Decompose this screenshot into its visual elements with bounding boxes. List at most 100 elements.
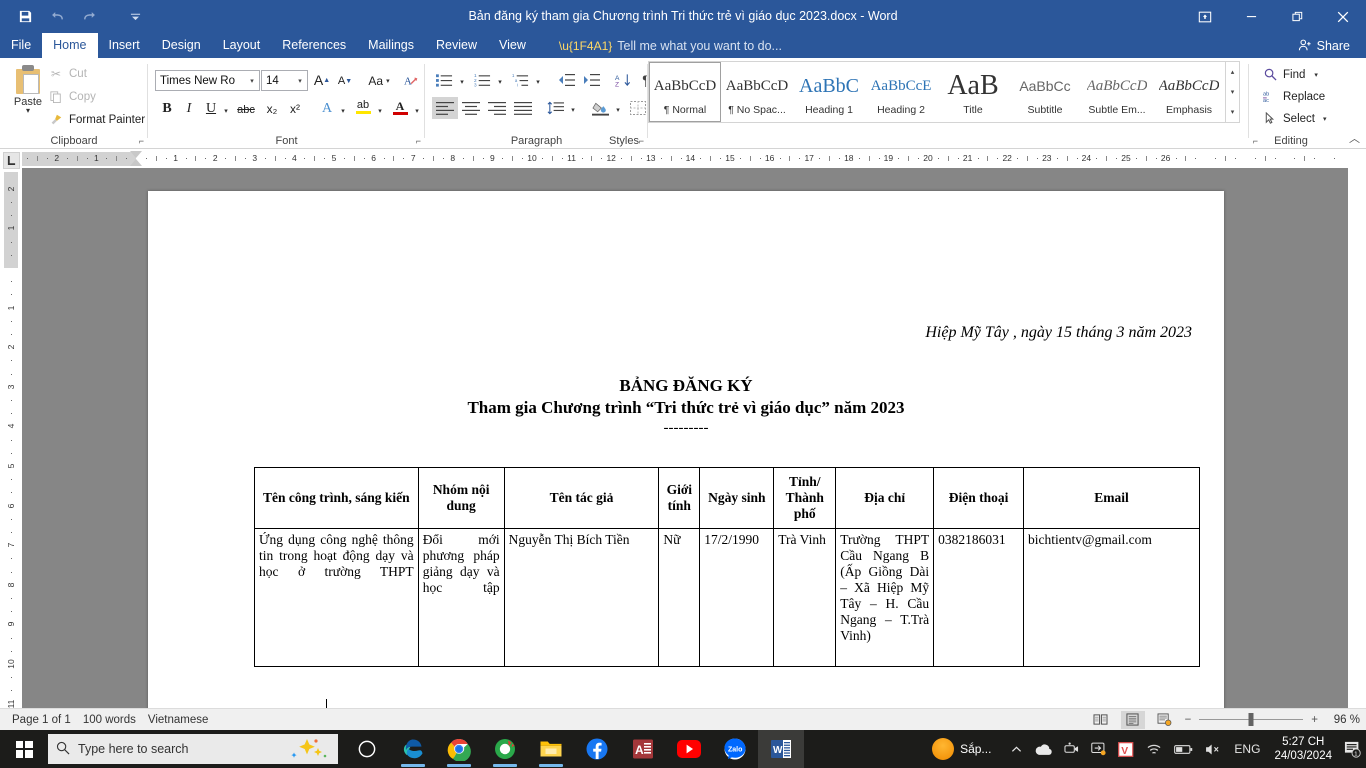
find-button[interactable]: Find ▾ [1262, 64, 1318, 85]
tab-insert[interactable]: Insert [98, 33, 151, 58]
zoom-in-button[interactable]: + [1311, 714, 1318, 726]
zoom-slider[interactable] [1199, 712, 1304, 728]
microsoft-access-icon[interactable]: A [620, 730, 666, 768]
find-caret-icon[interactable]: ▾ [1314, 71, 1318, 79]
style-heading-1[interactable]: AaBbC Heading 1 [793, 62, 865, 122]
decrease-indent-button[interactable] [553, 69, 579, 91]
italic-button[interactable]: I [178, 98, 200, 120]
redo-icon[interactable] [74, 4, 104, 30]
tab-view[interactable]: View [488, 33, 537, 58]
paste-dropdown-caret-icon[interactable]: ▾ [26, 107, 30, 115]
table-row[interactable]: Ứng dụng công nghệ thông tin trong hoạt … [254, 528, 1200, 667]
text-highlight-color-button[interactable]: ab [351, 96, 375, 118]
shading-button[interactable] [588, 97, 612, 119]
styles-scroll-down-icon[interactable]: ▾ [1226, 82, 1239, 102]
volume-muted-icon[interactable] [1199, 730, 1228, 768]
select-button[interactable]: Select ▾ [1262, 108, 1326, 129]
language-indicator[interactable]: Vietnamese [148, 714, 209, 726]
unikey-icon[interactable]: V [1112, 730, 1140, 768]
shading-caret-icon[interactable]: ▾ [612, 99, 624, 121]
cell-content-group[interactable]: Đổi mới phương pháp giảng dạy và học tập [417, 528, 505, 667]
notification-center-button[interactable]: 1 [1340, 730, 1366, 768]
align-right-button[interactable] [484, 97, 510, 119]
replace-button[interactable]: ab ac Replace [1262, 86, 1325, 107]
web-layout-button[interactable] [1153, 711, 1177, 729]
increase-indent-button[interactable] [578, 69, 604, 91]
read-mode-button[interactable] [1089, 711, 1113, 729]
wifi-icon[interactable] [1140, 730, 1168, 768]
tab-home[interactable]: Home [42, 33, 98, 58]
styles-more-icon[interactable]: ▾ [1226, 102, 1239, 122]
tab-design[interactable]: Design [151, 33, 212, 58]
restore-button[interactable] [1274, 0, 1320, 33]
microsoft-edge-icon[interactable] [390, 730, 436, 768]
zoom-slider-thumb[interactable] [1248, 713, 1254, 726]
close-button[interactable] [1320, 0, 1366, 33]
start-button[interactable] [0, 730, 48, 768]
superscript-button[interactable]: x² [284, 98, 306, 120]
styles-gallery-scroll[interactable]: ▴ ▾ ▾ [1226, 61, 1240, 123]
cell-project-name[interactable]: Ứng dụng công nghệ thông tin trong hoạt … [254, 528, 419, 667]
style-normal[interactable]: AaBbCcD ¶ Normal [649, 62, 721, 122]
change-case-button[interactable]: Aa ▾ [362, 70, 396, 92]
taskbar-search[interactable]: Type here to search [48, 734, 338, 764]
style-subtitle[interactable]: AaBbCc Subtitle [1009, 62, 1081, 122]
strikethrough-button[interactable]: abc [233, 99, 259, 121]
style-subtle-emphasis[interactable]: AaBbCcD Subtle Em... [1081, 62, 1153, 122]
coccoc-browser-icon[interactable] [482, 730, 528, 768]
cell-address[interactable]: Trường THPT Cầu Ngang B (Ấp Giồng Dài – … [835, 528, 935, 667]
tab-file[interactable]: File [0, 33, 42, 58]
copy-button[interactable]: Copy [48, 87, 96, 107]
youtube-icon[interactable] [666, 730, 712, 768]
keyboard-language-indicator[interactable]: ENG [1228, 730, 1266, 768]
style-heading-2[interactable]: AaBbCcE Heading 2 [865, 62, 937, 122]
align-left-button[interactable] [432, 97, 458, 119]
subscript-button[interactable]: x₂ [261, 98, 283, 120]
camera-icon[interactable] [1058, 730, 1085, 768]
file-explorer-icon[interactable] [528, 730, 574, 768]
highlight-caret-icon[interactable]: ▾ [374, 100, 386, 122]
vertical-ruler[interactable]: 2 1 1 2 3 4 5 6 7 8 9 10 11 [3, 172, 20, 710]
document-canvas[interactable]: Hiệp Mỹ Tây , ngày 15 tháng 3 năm 2023 B… [22, 168, 1348, 710]
numbering-caret-icon[interactable]: ▾ [494, 71, 506, 93]
select-caret-icon[interactable]: ▾ [1323, 115, 1327, 123]
zoom-level[interactable]: 96 % [1326, 714, 1360, 726]
cell-phone[interactable]: 0382186031 [933, 528, 1025, 667]
print-layout-button[interactable] [1120, 710, 1145, 729]
tab-references[interactable]: References [271, 33, 357, 58]
weather-widget[interactable]: Sắp... [922, 738, 991, 760]
horizontal-ruler[interactable]: 2 1 1 2 3 4 5 6 7 8 9 10 11 12 13 14 15 16 17 18 19 20 21 22 23 2… [22, 150, 1340, 168]
underline-button[interactable]: U [201, 98, 221, 120]
styles-scroll-up-icon[interactable]: ▴ [1226, 62, 1239, 82]
cell-birthdate[interactable]: 17/2/1990 [699, 528, 775, 667]
line-spacing-caret-icon[interactable]: ▾ [567, 99, 579, 121]
cut-button[interactable]: ✂ Cut [48, 64, 87, 84]
sort-button[interactable]: AZ [611, 69, 635, 91]
show-hidden-icons-chevron[interactable] [1005, 730, 1028, 768]
tab-review[interactable]: Review [425, 33, 488, 58]
justify-button[interactable] [510, 97, 536, 119]
shrink-font-button[interactable]: A ▼ [334, 70, 356, 92]
cell-author-name[interactable]: Nguyễn Thị Bích Tiền [503, 528, 660, 667]
font-color-button[interactable]: A [388, 96, 412, 118]
zalo-icon[interactable]: Zalo [712, 730, 758, 768]
customize-quick-access-icon[interactable] [120, 4, 150, 30]
numbering-button[interactable]: 123 [470, 69, 494, 91]
text-effects-caret-icon[interactable]: ▾ [337, 100, 349, 122]
save-icon[interactable] [10, 4, 40, 30]
collapse-ribbon-icon[interactable]: ︿ [1349, 130, 1360, 146]
page-indicator[interactable]: Page 1 of 1 [12, 714, 71, 726]
screen-share-icon[interactable] [1085, 730, 1112, 768]
onedrive-icon[interactable] [1028, 730, 1058, 768]
clear-formatting-button[interactable]: A [401, 70, 423, 92]
underline-dropdown-caret-icon[interactable]: ▾ [220, 100, 232, 122]
first-line-indent-marker[interactable] [130, 151, 142, 158]
battery-icon[interactable] [1168, 730, 1199, 768]
align-center-button[interactable] [458, 97, 484, 119]
bullets-caret-icon[interactable]: ▾ [456, 71, 468, 93]
cell-gender[interactable]: Nữ [658, 528, 701, 667]
text-effects-button[interactable]: A [316, 98, 338, 120]
word-count[interactable]: 100 words [83, 714, 136, 726]
line-spacing-button[interactable] [543, 97, 567, 119]
format-painter-button[interactable]: Format Painter [48, 110, 145, 130]
